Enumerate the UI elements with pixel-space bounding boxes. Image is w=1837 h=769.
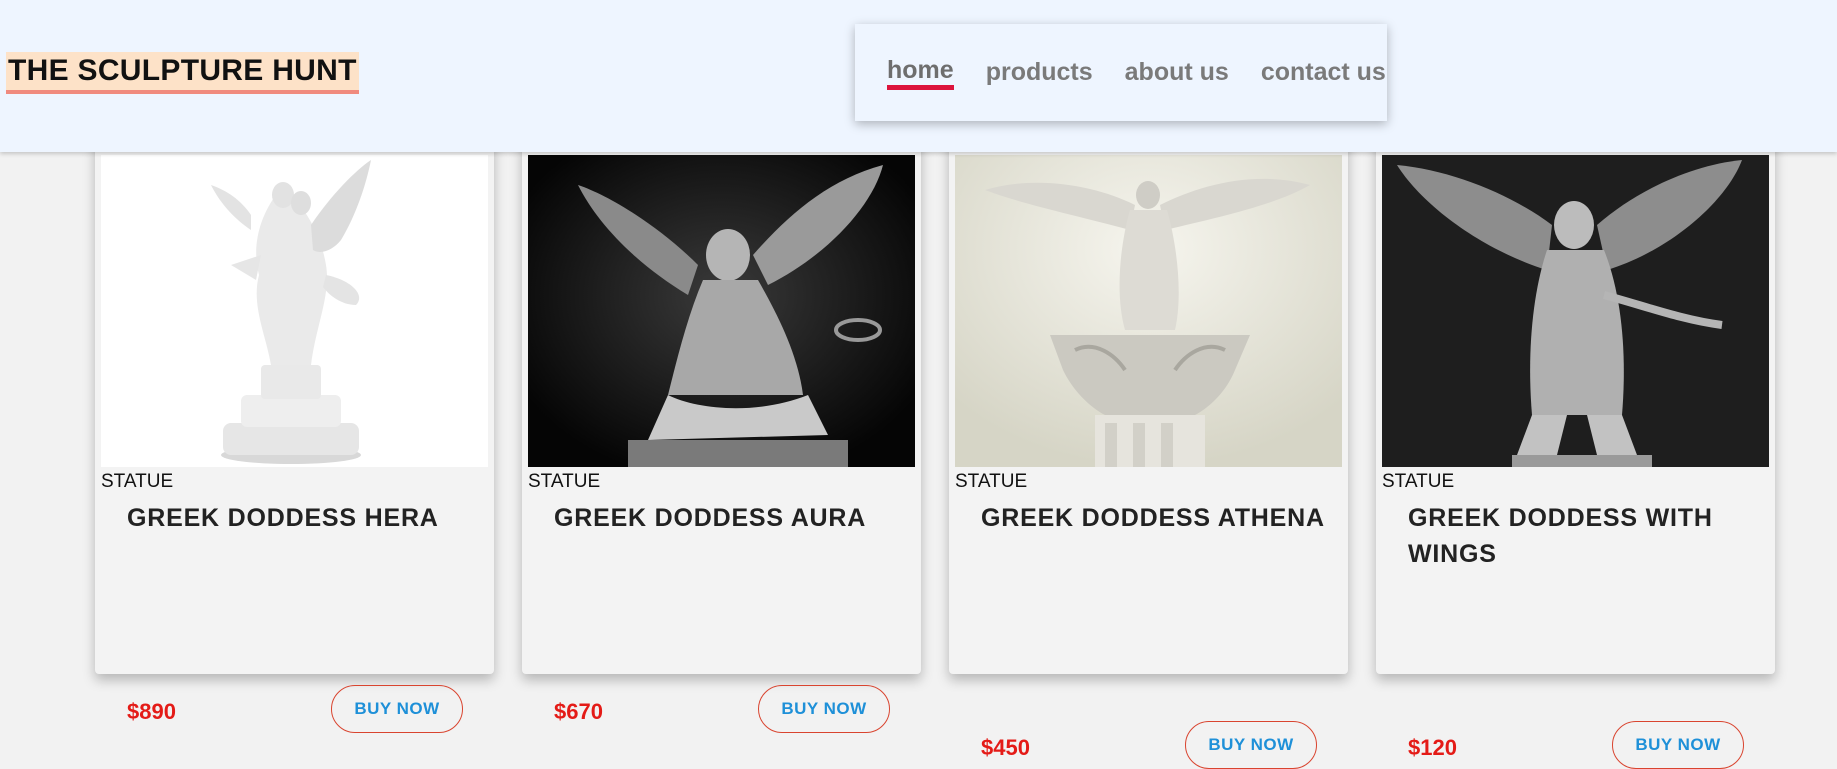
product-card: STATUE GREEK DODDESS AURA $670 BUY NOW (522, 130, 921, 733)
nav-contact-us[interactable]: contact us (1261, 57, 1386, 89)
product-category: STATUE (955, 471, 1028, 492)
product-card: STATUE GREEK DODDESS HERA $890 BUY NOW (95, 130, 494, 733)
product-title: GREEK DODDESS ATHENA (981, 504, 1325, 532)
buy-now-button[interactable]: BUY NOW (1185, 721, 1317, 769)
nav-products[interactable]: products (986, 57, 1093, 89)
site-header: THE SCULPTURE HUNT home products about u… (0, 0, 1837, 152)
product-title: GREEK DODDESS WITH WINGS (1408, 504, 1713, 568)
product-price: $120 (1408, 735, 1457, 760)
seated-angel-statue-image[interactable] (528, 155, 915, 467)
buy-now-button[interactable]: BUY NOW (758, 685, 890, 733)
main-nav: home products about us contact us (855, 24, 1387, 121)
product-price: $450 (981, 735, 1030, 760)
product-category: STATUE (1382, 471, 1455, 492)
site-logo[interactable]: THE SCULPTURE HUNT (6, 52, 359, 94)
winged-warrior-statue-image[interactable] (1382, 155, 1769, 467)
product-category: STATUE (101, 471, 174, 492)
nav-about-us[interactable]: about us (1125, 57, 1229, 89)
nav-home[interactable]: home (887, 55, 954, 90)
product-title: GREEK DODDESS AURA (554, 504, 867, 532)
buy-now-button[interactable]: BUY NOW (331, 685, 463, 733)
product-price: $670 (554, 699, 603, 724)
buy-now-button[interactable]: BUY NOW (1612, 721, 1744, 769)
product-category: STATUE (528, 471, 601, 492)
angel-on-column-statue-image[interactable] (955, 155, 1342, 467)
product-title: GREEK DODDESS HERA (127, 504, 439, 532)
winged-couple-statue-image[interactable] (101, 155, 488, 467)
product-card: STATUE GREEK DODDESS WITH WINGS $120 BUY… (1376, 130, 1775, 769)
product-card: STATUE GREEK DODDESS ATHENA $450 BUY NOW (949, 130, 1348, 769)
product-price: $890 (127, 699, 176, 724)
